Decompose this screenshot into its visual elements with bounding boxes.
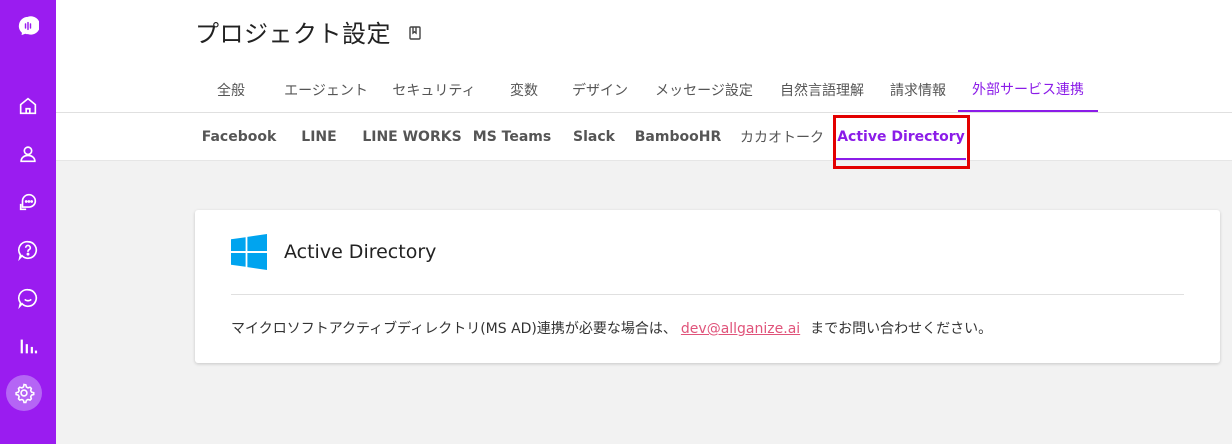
subtab-kakaotalk[interactable]: カカオトーク <box>736 113 828 161</box>
highlight-box <box>833 115 970 169</box>
subtab-bamboohr[interactable]: BambooHR <box>635 113 721 161</box>
page-title: プロジェクト設定 <box>195 20 391 48</box>
contact-email-link[interactable]: dev@allganize.ai <box>681 321 800 337</box>
subtab-line-works[interactable]: LINE WORKS <box>362 113 462 161</box>
card-divider <box>231 294 1184 295</box>
card-header: Active Directory <box>231 234 436 270</box>
home-icon[interactable] <box>8 86 48 126</box>
tab-external-integrations[interactable]: 外部サービス連携 <box>958 67 1098 112</box>
title-row: プロジェクト設定 <box>195 14 423 49</box>
settings-icon[interactable] <box>6 375 42 411</box>
logo-icon[interactable] <box>8 6 48 46</box>
user-icon[interactable] <box>8 134 48 174</box>
contact-text-after: までお問い合わせください。 <box>810 321 993 337</box>
tab-message-settings[interactable]: メッセージ設定 <box>652 67 756 112</box>
subtab-facebook[interactable]: Facebook <box>201 113 277 161</box>
tab-nlu[interactable]: 自然言語理解 <box>774 67 870 112</box>
integration-subtabs: Facebook LINE LINE WORKS MS Teams Slack … <box>56 113 1232 161</box>
active-directory-card: Active Directory マイクロソフトアクティブディレクトリ(MS A… <box>195 210 1220 363</box>
stats-icon[interactable] <box>8 326 48 366</box>
windows-icon <box>231 234 267 270</box>
tab-security[interactable]: セキュリティ <box>388 67 480 112</box>
tab-billing[interactable]: 請求情報 <box>884 67 952 112</box>
card-title: Active Directory <box>284 241 437 263</box>
contact-text-before: マイクロソフトアクティブディレクトリ(MS AD)連携が必要な場合は、 <box>231 321 677 337</box>
tab-general[interactable]: 全般 <box>206 67 256 112</box>
subtab-slack[interactable]: Slack <box>568 113 620 161</box>
tab-agent[interactable]: エージェント <box>276 67 376 112</box>
chat-bubbles-icon[interactable] <box>8 182 48 222</box>
contact-message: マイクロソフトアクティブディレクトリ(MS AD)連携が必要な場合は、 dev@a… <box>231 318 992 338</box>
book-icon[interactable] <box>407 25 423 41</box>
conversation-icon[interactable] <box>8 278 48 318</box>
subtab-line[interactable]: LINE <box>296 113 342 161</box>
subtab-ms-teams[interactable]: MS Teams <box>472 113 552 161</box>
tab-variables[interactable]: 変数 <box>500 67 548 112</box>
page-header: プロジェクト設定 全般 エージェント セキュリティ 変数 デザイン メッセージ設… <box>56 0 1232 113</box>
sidebar <box>0 0 56 444</box>
tab-design[interactable]: デザイン <box>564 67 636 112</box>
faq-icon[interactable] <box>8 230 48 270</box>
